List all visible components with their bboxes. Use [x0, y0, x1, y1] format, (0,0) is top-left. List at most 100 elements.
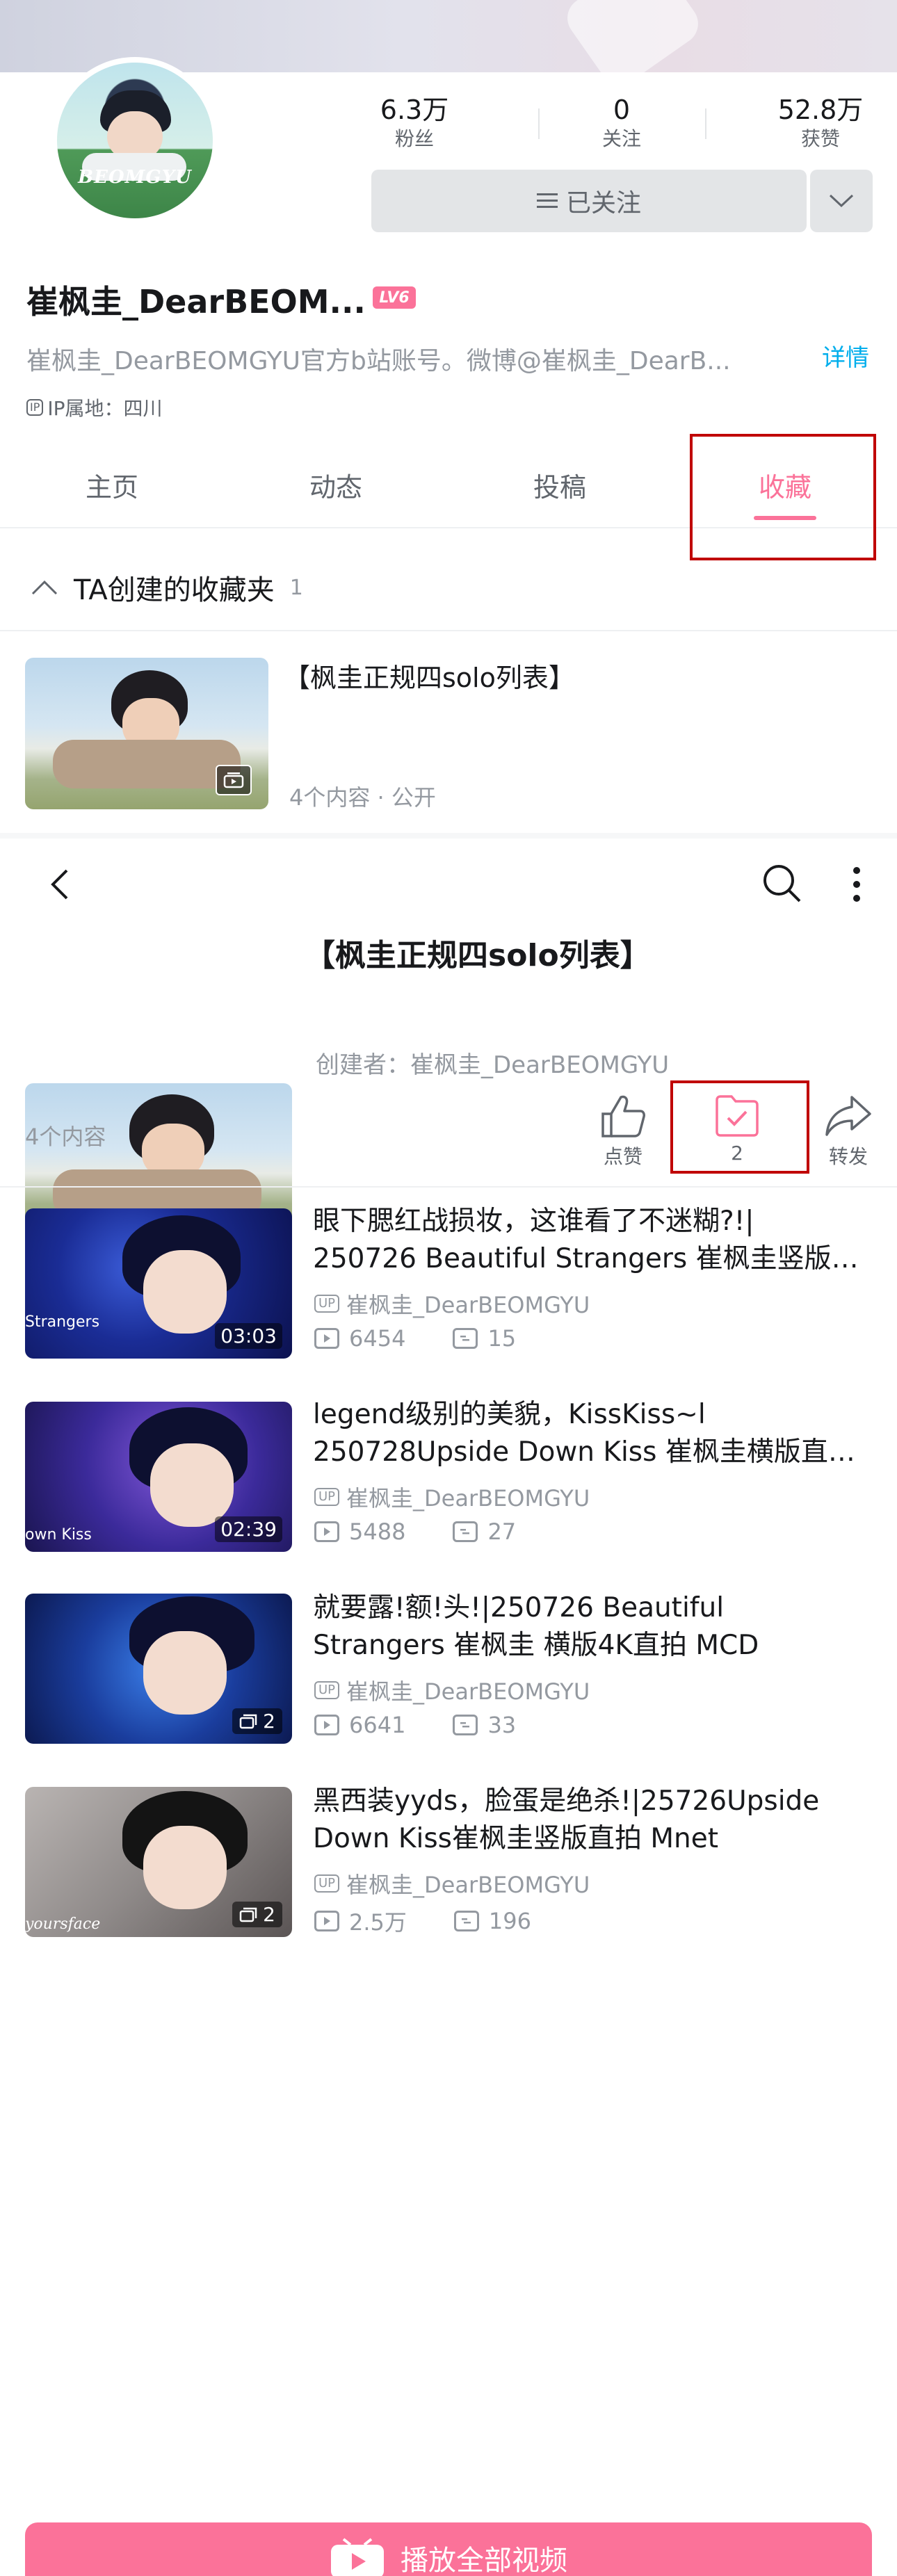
danmaku-count: 27 — [487, 1518, 517, 1545]
divider — [0, 1186, 897, 1188]
video-uploader[interactable]: UP 崔枫圭_DearBEOMGYU — [314, 1288, 590, 1320]
share-arrow-icon — [824, 1093, 873, 1139]
detail-link[interactable]: 详情 — [822, 339, 869, 373]
danmaku-count: 196 — [488, 1908, 531, 1934]
fans-count: 6.3万 — [380, 95, 449, 125]
stat-likes[interactable]: 52.8万 获赞 — [737, 93, 897, 152]
video-thumbnail[interactable]: yoursface 2 — [25, 1787, 292, 1937]
content-count: 4个内容 — [25, 1124, 106, 1150]
video-uploader[interactable]: UP 崔枫圭_DearBEOMGYU — [314, 1674, 590, 1706]
danmaku-icon — [453, 1328, 478, 1349]
danmaku-count: 15 — [487, 1325, 517, 1352]
video-title[interactable]: 就要露!额!头!|250726 Beautiful Strangers 崔枫圭 … — [313, 1589, 869, 1664]
video-thumbnail[interactable]: Strangers 03:03 — [25, 1208, 292, 1359]
folder-cover[interactable] — [25, 658, 268, 809]
multi-part-count: 2 — [263, 1903, 275, 1926]
uploader-name: 崔枫圭_DearBEOMGYU — [346, 1485, 590, 1512]
tv-play-icon — [330, 2538, 385, 2576]
play-count-icon — [314, 1328, 339, 1349]
video-duration: 02:39 — [215, 1516, 282, 1542]
up-icon: UP — [314, 1488, 340, 1506]
video-title[interactable]: 黑西装yyds，脸蛋是绝杀!|25726Upside Down Kiss崔枫圭竖… — [313, 1783, 869, 1858]
ip-location-text: IP属地：四川 — [47, 397, 163, 420]
video-stats: 2.5万 196 — [314, 1905, 531, 1937]
favorite-folder-title: 【枫圭正规四solo列表】 — [305, 938, 651, 973]
video-title-line: 黑西装yyds，脸蛋是绝杀!|25726Upside — [313, 1785, 820, 1817]
danmaku-count: 33 — [487, 1712, 517, 1738]
play-count-icon — [314, 1521, 339, 1542]
uploader-name: 崔枫圭_DearBEOMGYU — [346, 1872, 590, 1898]
fans-label: 粉丝 — [394, 127, 434, 150]
play-all-label: 播放全部视频 — [401, 2545, 567, 2576]
video-thumbnail[interactable]: own Kiss 02:39 — [25, 1402, 292, 1552]
likes-label: 获赞 — [800, 127, 840, 150]
search-icon[interactable] — [759, 861, 804, 905]
followed-label: 已关注 — [565, 189, 641, 218]
video-duration: 03:03 — [215, 1323, 282, 1349]
play-count: 6454 — [349, 1325, 406, 1352]
menu-lines-icon — [536, 192, 558, 210]
video-title-line: 250726 Beautiful Strangers 崔枫圭竖版直拍 Mnet — [313, 1243, 869, 1274]
tab-highlight-box — [690, 434, 876, 560]
avatar[interactable]: BEOMGYU — [51, 57, 218, 224]
like-button[interactable]: 点赞 — [581, 1093, 665, 1169]
video-uploader[interactable]: UP 崔枫圭_DearBEOMGYU — [314, 1868, 590, 1899]
video-title[interactable]: 眼下腮红战损妆，这谁看了不迷糊?!| 250726 Beautiful Stra… — [313, 1203, 869, 1278]
tab-uploads[interactable]: 投稿 — [448, 466, 672, 504]
video-title[interactable]: legend级别的美貌，KissKiss~l 250728Upside Down… — [313, 1396, 869, 1471]
thumbs-up-icon — [599, 1093, 647, 1139]
like-label: 点赞 — [603, 1145, 643, 1168]
stat-fans[interactable]: 6.3万 粉丝 — [331, 93, 498, 152]
danmaku-icon — [453, 1521, 478, 1542]
uploader-name: 崔枫圭_DearBEOMGYU — [346, 1292, 590, 1318]
ip-location: IP IP属地：四川 — [26, 394, 163, 421]
back-icon[interactable] — [46, 865, 74, 904]
play-all-button[interactable]: 播放全部视频 — [25, 2522, 872, 2576]
chevron-down-icon — [829, 193, 854, 209]
multi-part-icon — [239, 1714, 257, 1729]
followed-button[interactable]: 已关注 — [371, 170, 807, 232]
play-count: 6641 — [349, 1712, 406, 1738]
folder-meta: 4个内容 · 公开 — [289, 784, 436, 811]
video-title-line: 就要露!额!头!|250726 Beautiful — [313, 1592, 725, 1623]
chevron-up-icon — [31, 579, 58, 596]
danmaku-icon — [453, 1715, 478, 1735]
video-stats: 6641 33 — [314, 1712, 516, 1738]
folder-title[interactable]: 【枫圭正规四solo列表】 — [284, 656, 575, 695]
tab-home[interactable]: 主页 — [0, 466, 224, 504]
stat-divider — [705, 108, 706, 139]
favorite-folder-creator[interactable]: 创建者：崔枫圭_DearBEOMGYU — [316, 1046, 669, 1080]
play-count-icon — [314, 1911, 339, 1931]
video-title-line: legend级别的美貌，KissKiss~l — [313, 1399, 706, 1430]
following-count: 0 — [613, 95, 631, 125]
video-uploader[interactable]: UP 崔枫圭_DearBEOMGYU — [314, 1481, 590, 1513]
playlist-icon — [216, 765, 252, 795]
follow-dropdown-button[interactable] — [810, 170, 873, 232]
signature: 崔枫圭_DearBEOMGYU官方b站账号。微博@崔枫圭_DearB... — [26, 347, 731, 375]
stat-following[interactable]: 0 关注 — [538, 93, 705, 152]
up-icon: UP — [314, 1295, 340, 1313]
favorite-highlight-box — [670, 1080, 809, 1174]
up-icon: UP — [314, 1681, 340, 1699]
multi-part-icon — [239, 1907, 257, 1922]
created-folders-header[interactable]: TA创建的收藏夹 1 — [31, 560, 303, 615]
uploader-name: 崔枫圭_DearBEOMGYU — [346, 1678, 590, 1705]
ip-icon: IP — [26, 399, 44, 416]
multi-part-badge: 2 — [232, 1708, 282, 1734]
more-vertical-icon[interactable] — [850, 862, 864, 907]
video-title-line: 眼下腮红战损妆，这谁看了不迷糊?!| — [313, 1206, 754, 1237]
video-title-line: Strangers 崔枫圭 横版4K直拍 MCD — [313, 1630, 759, 1661]
play-count: 2.5万 — [349, 1909, 407, 1936]
divider — [0, 630, 897, 631]
video-thumbnail[interactable]: 2 — [25, 1594, 292, 1744]
share-button[interactable]: 转发 — [807, 1093, 890, 1169]
up-icon: UP — [314, 1874, 340, 1893]
share-label: 转发 — [828, 1145, 868, 1168]
tab-dynamics[interactable]: 动态 — [224, 466, 448, 504]
thumbnail-overlay-text: own Kiss — [25, 1526, 92, 1544]
play-count: 5488 — [349, 1518, 406, 1545]
username: 崔枫圭_DearBEOM... — [26, 283, 366, 321]
likes-count: 52.8万 — [777, 95, 864, 125]
section-separator — [0, 833, 897, 839]
video-stats: 6454 15 — [314, 1325, 516, 1352]
